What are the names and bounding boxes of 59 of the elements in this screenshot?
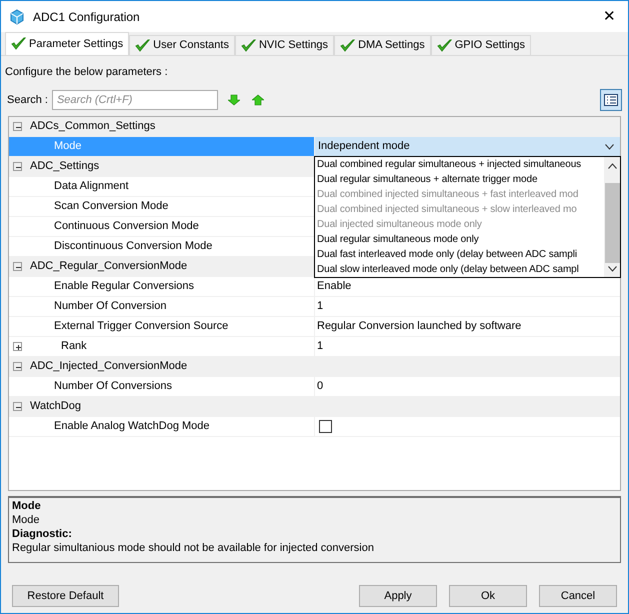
dropdown-option[interactable]: Dual regular simultaneous + alternate trigger mode — [315, 172, 604, 187]
parameter-value: 1 — [317, 299, 324, 314]
check-icon — [340, 38, 356, 52]
list-icon — [604, 94, 618, 106]
group-label[interactable]: ADC_Regular_ConversionMode — [30, 258, 188, 275]
parameter-label[interactable]: Number Of Conversions — [54, 378, 172, 395]
search-label: Search : — [7, 92, 48, 108]
restore-default-button[interactable]: Restore Default — [12, 585, 119, 607]
parameter-label[interactable]: Rank — [61, 338, 87, 355]
parameter-value: 0 — [317, 379, 324, 394]
down-arrow-icon[interactable] — [228, 94, 240, 106]
group-label[interactable]: WatchDog — [30, 398, 81, 415]
tab[interactable]: NVIC Settings — [234, 35, 334, 55]
close-button[interactable]: ✕ — [599, 9, 620, 24]
tab[interactable]: Parameter Settings — [5, 32, 130, 55]
cube-icon — [9, 8, 25, 24]
description-title: Mode — [12, 499, 42, 513]
parameter-label[interactable]: Data Alignment — [54, 178, 129, 195]
instruction-text: Configure the below parameters : — [4, 65, 169, 80]
description-text: Mode — [12, 513, 41, 527]
scroll-up-icon[interactable] — [608, 163, 616, 169]
diagnostic-text: Regular simultanious mode should not be available for injected conversion — [12, 541, 375, 555]
checkbox[interactable] — [319, 420, 332, 433]
dropdown-option[interactable]: Dual slow interleaved mode only (delay between ADC sampl — [315, 262, 604, 277]
tab[interactable]: User Constants — [129, 35, 235, 55]
dropdown-option[interactable]: Dual combined regular simultaneous + injected simultaneous — [315, 157, 604, 172]
scrollbar[interactable] — [604, 157, 620, 277]
check-icon — [436, 38, 452, 52]
check-icon — [240, 38, 256, 52]
search-field[interactable]: Search (Crtl+F) — [52, 90, 218, 110]
parameter-label[interactable]: Discontinuous Conversion Mode — [54, 238, 212, 255]
parameter-value: Regular Conversion launched by software — [317, 319, 522, 334]
mode-dropdown[interactable]: Independent mode — [314, 137, 620, 156]
dialog-button[interactable]: Ok — [449, 585, 527, 607]
parameter-label[interactable]: Scan Conversion Mode — [54, 198, 168, 215]
check-icon — [135, 38, 150, 52]
parameter-label[interactable]: Number Of Conversion — [54, 298, 166, 315]
parameter-label[interactable]: Enable Regular Conversions — [54, 278, 194, 295]
up-arrow-icon[interactable] — [252, 94, 264, 106]
parameter-label[interactable]: External Trigger Conversion Source — [54, 318, 228, 335]
parameter-value: Enable — [317, 279, 352, 294]
scroll-down-icon[interactable] — [608, 266, 616, 272]
dropdown-option[interactable]: Dual fast interleaved mode only (delay between ADC sampli — [315, 247, 604, 262]
list-view-button[interactable] — [600, 89, 622, 111]
dialog-button[interactable]: Apply — [359, 585, 437, 607]
diagnostic-label: Diagnostic: — [12, 527, 73, 541]
window-title: ADC1 Configuration — [33, 8, 141, 26]
caret-icon — [605, 144, 614, 150]
parameter-label[interactable]: Enable Analog WatchDog Mode — [54, 418, 210, 435]
tab[interactable]: DMA Settings — [334, 35, 431, 55]
group-label[interactable]: ADC_Settings — [30, 158, 100, 175]
parameter-value: 1 — [317, 339, 324, 354]
parameter-label[interactable]: Continuous Conversion Mode — [54, 218, 199, 235]
check-icon — [11, 37, 26, 51]
dropdown-option[interactable]: Dual regular simultaneous mode only — [315, 232, 604, 247]
group-label[interactable]: ADCs_Common_Settings — [30, 118, 156, 135]
expand-icon[interactable] — [14, 343, 23, 352]
tab[interactable]: GPIO Settings — [430, 35, 532, 55]
dialog-button[interactable]: Cancel — [539, 585, 617, 607]
